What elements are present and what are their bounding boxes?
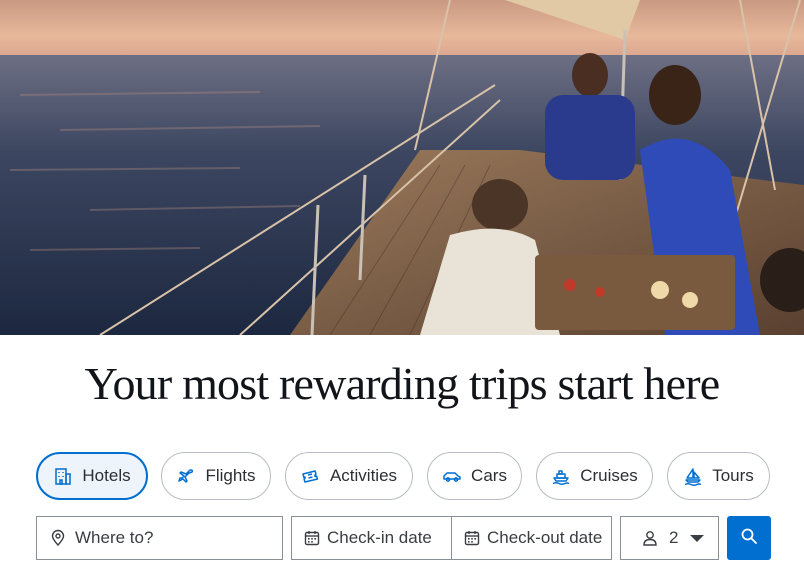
map-pin-icon [49, 529, 67, 547]
calendar-icon [303, 529, 321, 547]
destination-field[interactable] [36, 516, 283, 560]
search-button[interactable] [727, 516, 771, 560]
chevron-down-icon [688, 529, 706, 547]
tab-activities[interactable]: Activities [285, 452, 413, 500]
checkin-date-label: Check-in date [327, 528, 432, 547]
person-icon [641, 529, 659, 547]
checkout-date-label: Check-out date [487, 528, 603, 547]
tab-label: Tours [712, 466, 754, 485]
sailboat-icon [683, 466, 703, 486]
ship-icon [551, 466, 571, 486]
tab-label: Flights [205, 466, 256, 485]
tab-flights[interactable]: Flights [161, 452, 271, 500]
tab-label: Activities [329, 466, 398, 485]
checkin-date-field[interactable]: Check-in date [291, 516, 452, 560]
tab-tours[interactable]: Tours [667, 452, 770, 500]
tab-hotels[interactable]: Hotels [36, 452, 148, 500]
tab-cars[interactable]: Cars [427, 452, 522, 500]
travelers-count: 2 [669, 528, 679, 547]
hotel-icon [53, 466, 73, 486]
plane-icon [176, 466, 196, 486]
car-icon [442, 466, 462, 486]
destination-input[interactable] [75, 528, 282, 548]
travelers-dropdown[interactable]: 2 [620, 516, 719, 560]
tab-label: Hotels [82, 466, 131, 485]
calendar-icon [463, 529, 481, 547]
search-icon [740, 527, 758, 550]
checkout-date-field[interactable]: Check-out date [451, 516, 612, 560]
ticket-icon [301, 466, 321, 486]
tab-cruises[interactable]: Cruises [536, 452, 653, 500]
hero-image [0, 0, 804, 335]
tab-label: Cars [471, 466, 507, 485]
tab-label: Cruises [580, 466, 638, 485]
page-headline: Your most rewarding trips start here [84, 358, 721, 409]
